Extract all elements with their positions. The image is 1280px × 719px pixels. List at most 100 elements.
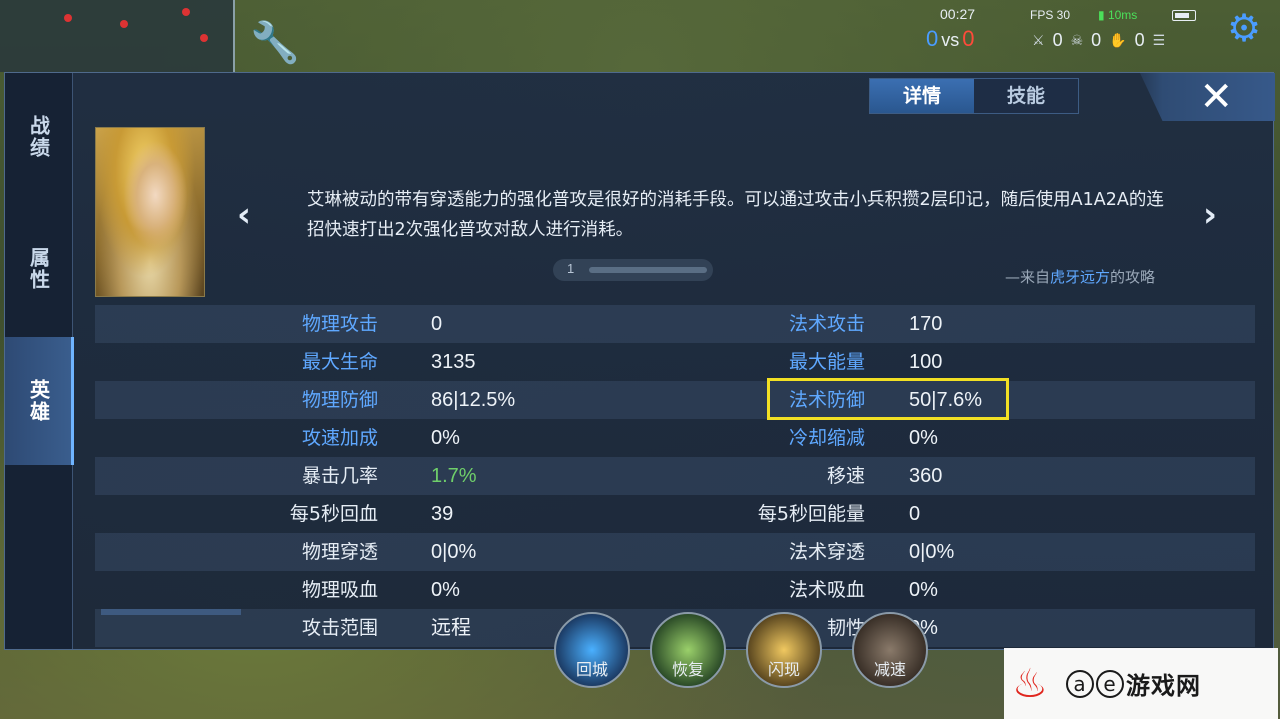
stat-row: 物理防御 86|12.5% 法术防御 50|7.6% xyxy=(95,381,1255,419)
assists-count: 0 xyxy=(1134,30,1145,50)
minimap-enemy-marker xyxy=(64,14,72,22)
sword-icon: ⚔ xyxy=(1032,32,1045,48)
battery-icon xyxy=(1172,10,1196,21)
stat-label[interactable]: 法术攻击 xyxy=(789,305,865,343)
stat-label[interactable]: 最大能量 xyxy=(789,343,865,381)
stat-row: 最大生命 3135 最大能量 100 xyxy=(95,343,1255,381)
top-tab-bar: 详情 技能 xyxy=(869,78,1079,114)
recall-button[interactable]: 回城 xyxy=(554,612,630,688)
recall-label: 回城 xyxy=(575,660,608,679)
team-score: 0 vs 0 xyxy=(926,26,975,52)
tip-source: —来自虎牙远方的攻略 xyxy=(1005,266,1155,287)
blue-score: 0 xyxy=(926,26,939,51)
minimap-enemy-marker xyxy=(200,34,208,42)
stat-label[interactable]: 攻速加成 xyxy=(302,419,378,457)
stat-value: 100 xyxy=(909,351,943,373)
list-icon[interactable]: ☰ xyxy=(1153,32,1166,49)
watermark-e: e xyxy=(1096,669,1124,698)
stat-value: 0|0% xyxy=(909,541,955,563)
stat-value: 0% xyxy=(909,427,938,449)
close-icon: ✕ xyxy=(1199,74,1233,120)
heal-button[interactable]: 恢复 xyxy=(650,612,726,688)
minimap-enemy-marker xyxy=(120,20,128,28)
ping-readout: ▮ 10ms xyxy=(1098,8,1137,22)
stat-row: 物理穿透 0|0% 法术穿透 0|0% xyxy=(95,533,1255,571)
stat-label: 暴击几率 xyxy=(301,465,378,487)
stat-value: 0% xyxy=(431,427,460,449)
stat-row: 攻速加成 0% 冷却缩减 0% xyxy=(95,419,1255,457)
stat-label: 物理穿透 xyxy=(301,541,378,563)
wrench-icon[interactable]: 🔧 xyxy=(250,18,300,68)
stat-label: 每5秒回血 xyxy=(289,503,378,525)
stat-label[interactable]: 物理防御 xyxy=(302,381,378,419)
signal-icon: ▮ xyxy=(1098,8,1108,22)
tab-skills[interactable]: 技能 xyxy=(974,79,1078,113)
stat-value: 3135 xyxy=(431,351,476,373)
fps-readout: FPS 30 xyxy=(1030,8,1071,22)
stat-row: 每5秒回血 39 每5秒回能量 0 xyxy=(95,495,1255,533)
stat-value: 0% xyxy=(909,579,938,601)
sidebar: 战绩 属性 英雄 xyxy=(5,73,74,649)
stat-label: 每5秒回能量 xyxy=(757,503,865,525)
close-button[interactable]: ✕ xyxy=(1140,73,1275,121)
flame-icon: ♨ xyxy=(1012,660,1048,707)
sidebar-item-attributes[interactable]: 属性 xyxy=(5,205,73,333)
minimap[interactable] xyxy=(0,0,235,72)
stat-row: 暴击几率 1.7% 移速 360 xyxy=(95,457,1255,495)
flash-button[interactable]: 闪现 xyxy=(746,612,822,688)
sidebar-item-record[interactable]: 战绩 xyxy=(5,73,73,201)
source-suffix: 的攻略 xyxy=(1110,268,1156,286)
stat-value: 远程 xyxy=(431,617,471,639)
gear-icon[interactable]: ⚙ xyxy=(1222,6,1266,50)
strategy-tip: 艾琳被动的带有穿透能力的强化普攻是很好的消耗手段。可以通过攻击小兵积攒2层印记，… xyxy=(307,190,1164,240)
skull-icon: ☠ xyxy=(1070,32,1084,48)
tip-pager: 1 xyxy=(553,259,713,281)
stat-value: 360 xyxy=(909,465,943,487)
site-watermark: ♨ a e 游戏网 xyxy=(1004,648,1278,719)
watermark-label: 游戏网 xyxy=(1126,672,1201,700)
stats-table: 物理攻击 0 法术攻击 170 最大生命 3135 最大能量 100 物理防御 … xyxy=(95,305,1255,647)
stat-row: 物理吸血 0% 法术吸血 0% xyxy=(95,571,1255,609)
flash-label: 闪现 xyxy=(767,660,800,679)
stat-label: 物理吸血 xyxy=(301,579,378,601)
ping-value: 10ms xyxy=(1107,8,1138,22)
deaths-count: 0 xyxy=(1091,30,1102,50)
stat-row: 物理攻击 0 法术攻击 170 xyxy=(95,305,1255,343)
next-arrow-icon[interactable]: › xyxy=(1203,195,1217,235)
stat-label[interactable]: 最大生命 xyxy=(302,343,378,381)
stat-label[interactable]: 物理攻击 xyxy=(302,305,378,343)
stat-label[interactable]: 冷却缩减 xyxy=(789,419,865,457)
tab-details[interactable]: 详情 xyxy=(870,79,974,113)
stat-value: 39 xyxy=(431,503,454,525)
stat-label: 法术穿透 xyxy=(788,541,865,563)
hero-portrait xyxy=(95,127,205,297)
watermark-text: a e 游戏网 xyxy=(1066,666,1201,701)
stat-label: 移速 xyxy=(826,465,865,487)
prev-arrow-icon[interactable]: ‹ xyxy=(237,195,251,235)
stat-value: 0 xyxy=(431,313,443,335)
stat-label: 法术吸血 xyxy=(788,579,865,601)
red-score: 0 xyxy=(962,26,975,51)
source-prefix: —来自 xyxy=(1005,268,1051,286)
vs-label: vs xyxy=(941,30,960,50)
magic-defense-highlight xyxy=(767,378,1009,420)
game-timer: 00:27 xyxy=(940,6,976,22)
minimap-enemy-marker xyxy=(182,8,190,16)
hand-icon: ✋ xyxy=(1109,32,1127,48)
tip-page-number: 1 xyxy=(567,261,575,276)
stat-value: 170 xyxy=(909,313,943,335)
source-author[interactable]: 虎牙远方 xyxy=(1050,268,1110,286)
stat-value: 0|0% xyxy=(431,541,477,563)
stat-value: 86|12.5% xyxy=(431,389,516,411)
sidebar-item-hero[interactable]: 英雄 xyxy=(5,337,74,465)
stat-label: 攻击范围 xyxy=(301,617,378,639)
heal-label: 恢复 xyxy=(671,660,704,679)
hero-details-panel: 战绩 属性 英雄 详情 技能 ✕ ‹ › 艾琳被动的带有穿透能力的强化普攻是很好… xyxy=(4,72,1275,650)
tip-page-bar xyxy=(589,267,707,273)
watermark-a: a xyxy=(1066,669,1094,698)
watermark-logo: ♨ xyxy=(1012,654,1060,714)
stat-value: 1.7% xyxy=(431,465,477,487)
slow-button[interactable]: 减速 xyxy=(852,612,928,688)
scrollbar[interactable] xyxy=(101,609,241,615)
kills-count: 0 xyxy=(1052,30,1063,50)
